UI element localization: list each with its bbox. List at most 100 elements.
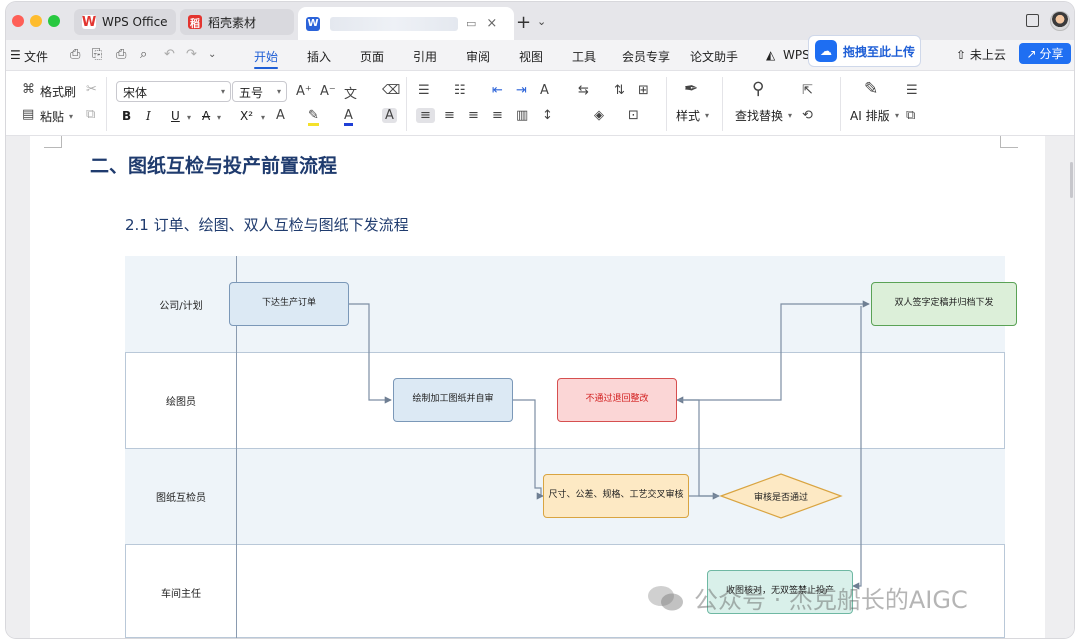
styles-chevron-icon[interactable]: ▾	[705, 111, 709, 120]
export-icon[interactable]: ⎘	[92, 47, 102, 62]
zoom-window-button[interactable]	[48, 15, 60, 27]
menu-file[interactable]: 文件	[24, 48, 48, 65]
increase-indent-icon[interactable]: ⇥	[516, 83, 527, 98]
copy-icon[interactable]: ⧉	[86, 107, 95, 122]
find-replace-chevron-icon[interactable]: ▾	[788, 111, 792, 120]
paragraph-format-icon[interactable]: ☰	[906, 83, 918, 98]
close-window-button[interactable]	[12, 15, 24, 27]
font-size-chevron-icon: ▾	[276, 87, 281, 96]
word-doc-icon: W	[306, 16, 320, 31]
show-marks-icon[interactable]: ⊞	[638, 83, 649, 98]
clear-format-icon[interactable]: ⌫	[382, 83, 400, 98]
distributed-align-icon[interactable]: ▥	[516, 108, 528, 123]
underline-button[interactable]: U	[171, 109, 180, 123]
new-tab-button[interactable]: +	[516, 12, 531, 33]
decrease-indent-icon[interactable]: ⇤	[492, 83, 503, 98]
window-restore-icon[interactable]	[1026, 14, 1039, 27]
menu-references[interactable]: 引用	[413, 48, 437, 65]
align-left-icon[interactable]: ≡	[416, 108, 435, 123]
ai-layout-icon[interactable]: ✎	[864, 79, 878, 99]
paste-icon[interactable]: ▤	[22, 107, 34, 122]
styles-button[interactable]: 样式	[676, 107, 700, 124]
tab-document[interactable]: W ▭ ×	[298, 7, 514, 40]
menu-review[interactable]: 审阅	[466, 48, 490, 65]
align-right-icon[interactable]: ≡	[468, 108, 479, 123]
ai-layout-chevron-icon[interactable]: ▾	[895, 111, 899, 120]
menu-insert[interactable]: 插入	[307, 48, 331, 65]
arrange-icon[interactable]: ⧉	[906, 108, 915, 123]
text-direction-icon[interactable]: ⇆	[578, 83, 589, 98]
wps-ai-icon[interactable]: ◭	[766, 48, 775, 62]
shading-icon[interactable]: ◈	[594, 108, 604, 123]
tab-daoke[interactable]: 稻 稻壳素材	[180, 9, 294, 35]
strikethrough-chevron-icon[interactable]: ▾	[217, 113, 221, 122]
line-spacing-icon[interactable]: ↕	[542, 108, 553, 123]
quick-access-chevron-icon[interactable]: ⌄	[208, 49, 216, 60]
superscript-chevron-icon[interactable]: ▾	[261, 113, 265, 122]
redo-icon[interactable]: ↷	[186, 47, 197, 62]
borders-icon[interactable]: ⊡	[628, 108, 639, 123]
menu-view[interactable]: 视图	[519, 48, 543, 65]
bullet-list-icon[interactable]: ☰	[418, 83, 430, 98]
menu-thesis[interactable]: 论文助手	[690, 48, 738, 65]
search-icon[interactable]: ⚲	[752, 79, 764, 99]
format-painter-label[interactable]: 格式刷	[40, 83, 76, 100]
menu-home[interactable]: 开始	[254, 48, 278, 65]
italic-button[interactable]: I	[146, 109, 151, 123]
print-preview-icon[interactable]: ⌕	[140, 47, 147, 62]
save-icon[interactable]: ⎙	[70, 47, 80, 62]
vertical-scrollbar[interactable]	[1070, 162, 1073, 198]
menu-page[interactable]: 页面	[360, 48, 384, 65]
tab-list-chevron-icon[interactable]: ⌄	[537, 15, 546, 28]
cut-icon[interactable]: ✂	[86, 82, 97, 97]
blurred-document-title	[330, 16, 458, 31]
paste-label[interactable]: 粘贴	[40, 108, 64, 125]
node-cross-check: 尺寸、公差、规格、工艺交叉审核	[543, 474, 689, 518]
text-effect-icon[interactable]: A	[276, 108, 285, 123]
ai-layout-button[interactable]: AI 排版	[850, 107, 890, 124]
select-cursor-icon[interactable]: ⇱	[802, 83, 813, 98]
align-center-icon[interactable]: ≡	[444, 108, 455, 123]
char-shading-icon[interactable]: A	[382, 108, 397, 123]
drag-upload-button[interactable]: ☁ 拖拽至此上传	[808, 35, 921, 67]
tab-wps-office[interactable]: W WPS Office	[74, 9, 176, 35]
sort-icon[interactable]: ⇅	[614, 83, 625, 98]
justify-icon[interactable]: ≡	[492, 108, 503, 123]
char-scaling-icon[interactable]: A	[540, 83, 549, 98]
replace-icon[interactable]: ⟲	[802, 108, 813, 123]
increase-font-icon[interactable]: A⁺	[296, 84, 312, 99]
menu-wps-ai[interactable]: WPS	[783, 48, 810, 62]
font-family-value: 宋体	[123, 86, 148, 100]
numbered-list-icon[interactable]: ☷	[454, 83, 466, 98]
share-button[interactable]: ↗ 分享	[1019, 43, 1071, 64]
decrease-font-icon[interactable]: A⁻	[320, 84, 336, 99]
print-icon[interactable]: ⎙	[116, 47, 126, 62]
menu-member[interactable]: 会员专享	[622, 48, 670, 65]
share-label: 分享	[1039, 47, 1064, 61]
user-avatar[interactable]	[1050, 11, 1070, 31]
bold-button[interactable]: B	[122, 109, 131, 123]
document-page[interactable]: 二、图纸互检与投产前置流程 2.1 订单、绘图、双人互检与图纸下发流程 公司/计…	[30, 136, 1045, 638]
ribbon-divider	[840, 77, 841, 131]
ribbon-toolbar: ⌘ 格式刷 ✂ ▤ 粘贴 ▾ ⧉ 宋体 ▾ 五号 ▾ A⁺ A⁻ 文 ⌫ B I…	[6, 70, 1074, 136]
hamburger-icon[interactable]: ☰	[10, 48, 21, 62]
node-sign-archive: 双人签字定稿并归档下发	[871, 282, 1017, 326]
phonetic-guide-icon[interactable]: 文	[344, 83, 357, 102]
minimize-window-button[interactable]	[30, 15, 42, 27]
find-replace-button[interactable]: 查找替换	[735, 107, 783, 124]
strikethrough-button[interactable]: A	[202, 109, 210, 123]
font-family-select[interactable]: 宋体 ▾	[116, 81, 231, 102]
menu-tools[interactable]: 工具	[572, 48, 596, 65]
format-painter-icon[interactable]: ⌘	[22, 82, 35, 97]
underline-chevron-icon[interactable]: ▾	[187, 113, 191, 122]
font-size-select[interactable]: 五号 ▾	[232, 81, 287, 102]
font-color-icon[interactable]: A	[344, 108, 353, 126]
tab-close-icon[interactable]: ×	[486, 16, 497, 31]
font-family-chevron-icon: ▾	[220, 87, 225, 96]
superscript-button[interactable]: X²	[240, 109, 253, 123]
styles-icon[interactable]: ✒	[684, 79, 698, 99]
undo-icon[interactable]: ↶	[164, 47, 175, 62]
paste-chevron-icon[interactable]: ▾	[69, 112, 73, 121]
cloud-status-button[interactable]: ⇧ 未上云	[956, 46, 1006, 63]
highlight-icon[interactable]: ✎	[308, 108, 319, 126]
